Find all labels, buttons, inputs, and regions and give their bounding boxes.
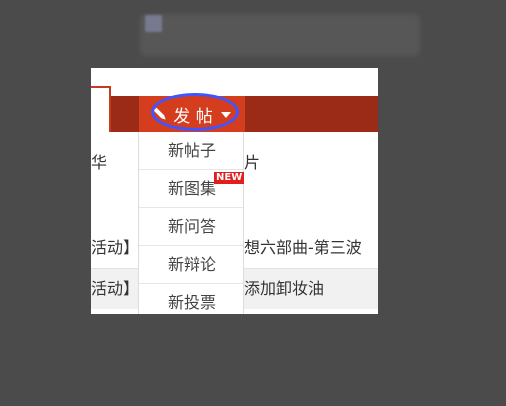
screenshot-stage: 发 帖 华 片 活动】西 想六部曲-第三波 活动】知 添加卸妆油 新帖子 新图集…: [0, 0, 506, 406]
menu-item-new-question[interactable]: 新问答: [139, 208, 243, 246]
menu-item-new-poll[interactable]: 新投票: [139, 284, 243, 314]
new-badge: NEW: [214, 172, 245, 184]
menu-item-new-post[interactable]: 新帖子: [139, 132, 243, 170]
forum-header: 发 帖: [91, 68, 378, 132]
post-button[interactable]: 发 帖: [139, 96, 245, 132]
forum-panel: 发 帖 华 片 活动】西 想六部曲-第三波 活动】知 添加卸妆油 新帖子 新图集…: [91, 68, 378, 314]
menu-item-label: 新投票: [168, 293, 217, 312]
blurred-top-bar: [140, 14, 420, 56]
nav-fragment-right: 片: [244, 153, 261, 172]
nav-fragment-left: 华: [91, 153, 108, 172]
post-title-right: 想六部曲-第三波: [244, 238, 362, 257]
menu-item-new-gallery[interactable]: 新图集 NEW: [139, 170, 245, 208]
post-button-label: 发 帖: [173, 106, 213, 127]
chevron-down-icon: [220, 112, 231, 118]
red-tab-corner: [91, 86, 111, 132]
menu-item-label: 新问答: [168, 217, 217, 236]
pencil-icon: [150, 104, 170, 124]
blurred-avatar: [145, 15, 162, 32]
menu-item-label: 新图集: [168, 179, 217, 198]
post-dropdown-menu: 新帖子 新图集 NEW 新问答 新辩论 新投票: [138, 132, 245, 314]
menu-item-label: 新辩论: [168, 255, 217, 274]
post-title-right: 添加卸妆油: [244, 279, 325, 298]
menu-item-new-debate[interactable]: 新辩论: [139, 246, 243, 284]
menu-item-label: 新帖子: [168, 141, 217, 160]
